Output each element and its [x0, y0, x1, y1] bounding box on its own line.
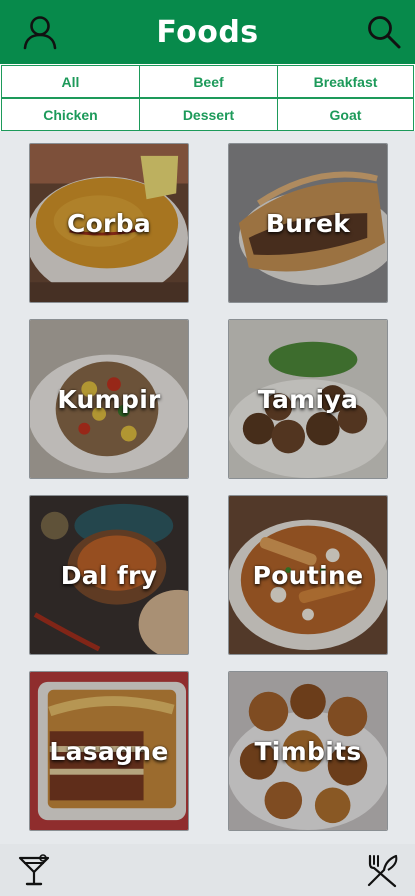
food-name: Timbits — [254, 736, 362, 766]
app-header: Foods — [0, 0, 415, 64]
food-name: Poutine — [252, 560, 364, 590]
food-name: Corba — [66, 208, 152, 238]
food-card-timbits[interactable]: Timbits — [228, 671, 388, 831]
food-card-dal-fry[interactable]: Dal fry — [29, 495, 189, 655]
tab-beef[interactable]: Beef — [139, 65, 278, 98]
food-name: Burek — [265, 208, 351, 238]
search-icon[interactable] — [365, 13, 403, 51]
tab-chicken[interactable]: Chicken — [1, 98, 140, 131]
food-card-kumpir[interactable]: Kumpir — [29, 319, 189, 479]
tab-dessert[interactable]: Dessert — [139, 98, 278, 131]
food-card-poutine[interactable]: Poutine — [228, 495, 388, 655]
food-grid: Corba Burek Kumpir Tamiya Dal fry Poutin… — [0, 131, 415, 844]
food-name: Dal fry — [60, 560, 158, 590]
food-card-corba[interactable]: Corba — [29, 143, 189, 303]
food-name: Tamiya — [257, 384, 359, 414]
tab-breakfast[interactable]: Breakfast — [277, 65, 414, 98]
cocktail-icon[interactable] — [16, 852, 52, 888]
page-title: Foods — [156, 14, 259, 50]
fork-knife-icon[interactable] — [364, 852, 400, 888]
food-card-lasagne[interactable]: Lasagne — [29, 671, 189, 831]
food-name: Lasagne — [49, 736, 169, 766]
user-icon[interactable] — [21, 13, 59, 51]
tab-all[interactable]: All — [1, 65, 140, 98]
food-card-tamiya[interactable]: Tamiya — [228, 319, 388, 479]
food-name: Kumpir — [57, 384, 161, 414]
category-tabs: All Beef Breakfast Chicken Dessert Goat — [0, 64, 415, 131]
bottom-nav — [0, 844, 415, 896]
tab-goat[interactable]: Goat — [277, 98, 414, 131]
food-card-burek[interactable]: Burek — [228, 143, 388, 303]
